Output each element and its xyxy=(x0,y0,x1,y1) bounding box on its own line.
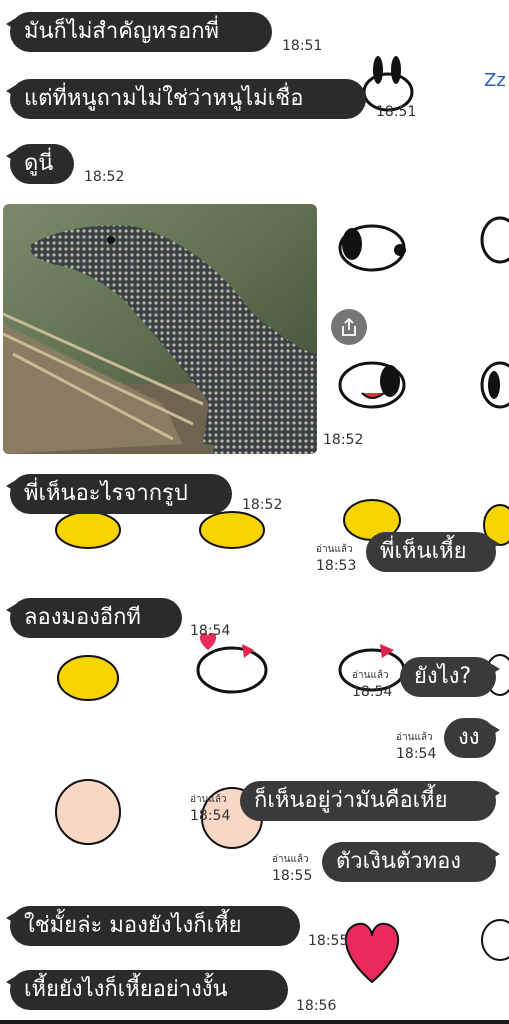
read-receipt: อ่านแล้ว xyxy=(316,544,353,555)
snoopy-sticker xyxy=(362,56,414,112)
message-time: 18:52 xyxy=(242,497,283,513)
message-text: ก็เห็นอยู่ว่ามันคือเหี้ย xyxy=(254,788,448,813)
message-bubble[interactable]: ยังไง? xyxy=(400,657,500,697)
message-text: ยังไง? xyxy=(414,664,472,689)
message-bubble[interactable]: ใช่มั้ยล่ะ มองยังไงก็เหี้ย xyxy=(6,906,300,946)
message-bubble[interactable]: ลองมองอีกที xyxy=(6,598,182,638)
snoopy-sticker xyxy=(338,224,406,272)
message-time: 18:54 xyxy=(190,623,231,639)
message-bubble[interactable]: มันก็ไม่สำคัญหรอกพี่ xyxy=(6,12,272,52)
message-time: 18:52 xyxy=(84,169,125,185)
heart-sticker xyxy=(344,922,400,984)
message-bubble[interactable]: แต่ที่หนูถามไม่ใช่ว่าหนูไม่เชื่อ xyxy=(6,79,366,119)
snoopy-sticker xyxy=(481,919,509,961)
message-text: แต่ที่หนูถามไม่ใช่ว่าหนูไม่เชื่อ xyxy=(24,86,304,111)
message-time: 18:53 xyxy=(316,558,357,574)
message-time: 18:54 xyxy=(352,684,393,700)
share-icon xyxy=(342,317,356,336)
message-text: พี่เห็นเหี้ย xyxy=(380,539,467,564)
monitor-lizard-photo[interactable] xyxy=(3,204,317,454)
message-time: 18:55 xyxy=(308,933,349,949)
message-text: มันก็ไม่สำคัญหรอกพี่ xyxy=(24,19,220,44)
charlie-brown-sticker xyxy=(55,779,263,849)
message-bubble[interactable]: งง xyxy=(444,718,500,758)
message-time: 18:51 xyxy=(282,38,323,54)
message-time: 18:54 xyxy=(190,808,231,824)
read-receipt: อ่านแล้ว xyxy=(272,854,309,865)
message-time: 18:51 xyxy=(376,104,417,120)
snoopy-sticker xyxy=(338,361,406,409)
message-time: 18:54 xyxy=(396,746,437,762)
share-button[interactable] xyxy=(331,309,367,345)
zz-sticker: Zz xyxy=(484,70,506,91)
message-text: เหี้ยยังไงก็เหี้ยอย่างงั้น xyxy=(24,977,228,1002)
snoopy-sticker xyxy=(196,644,268,694)
message-bubble[interactable]: ก็เห็นอยู่ว่ามันคือเหี้ย xyxy=(240,781,500,821)
message-bubble[interactable]: พี่เห็นอะไรจากรูป xyxy=(6,474,232,514)
message-time: 18:55 xyxy=(272,868,313,884)
bottom-edge xyxy=(0,1020,509,1024)
message-text: ลองมองอีกที xyxy=(24,605,141,630)
message-bubble[interactable]: พี่เห็นเหี้ย xyxy=(366,532,500,572)
read-receipt: อ่านแล้ว xyxy=(190,794,227,805)
message-bubble[interactable]: ดูนี่ xyxy=(6,144,74,184)
message-text: ตัวเงินตัวทอง xyxy=(336,849,462,874)
read-receipt: อ่านแล้ว xyxy=(396,732,433,743)
message-text: งง xyxy=(458,725,480,750)
message-bubble[interactable]: เหี้ยยังไงก็เหี้ยอย่างงั้น xyxy=(6,970,288,1010)
message-bubble[interactable]: ตัวเงินตัวทอง xyxy=(322,842,500,882)
message-text: ใช่มั้ยล่ะ มองยังไงก็เหี้ย xyxy=(24,913,242,938)
snoopy-sticker xyxy=(480,216,509,264)
message-time: 18:52 xyxy=(323,432,364,448)
read-receipt: อ่านแล้ว xyxy=(352,670,389,681)
message-time: 18:56 xyxy=(296,998,337,1014)
snoopy-sticker xyxy=(480,361,509,409)
message-text: ดูนี่ xyxy=(24,151,54,176)
photo-image xyxy=(3,204,317,454)
message-text: พี่เห็นอะไรจากรูป xyxy=(24,481,188,506)
